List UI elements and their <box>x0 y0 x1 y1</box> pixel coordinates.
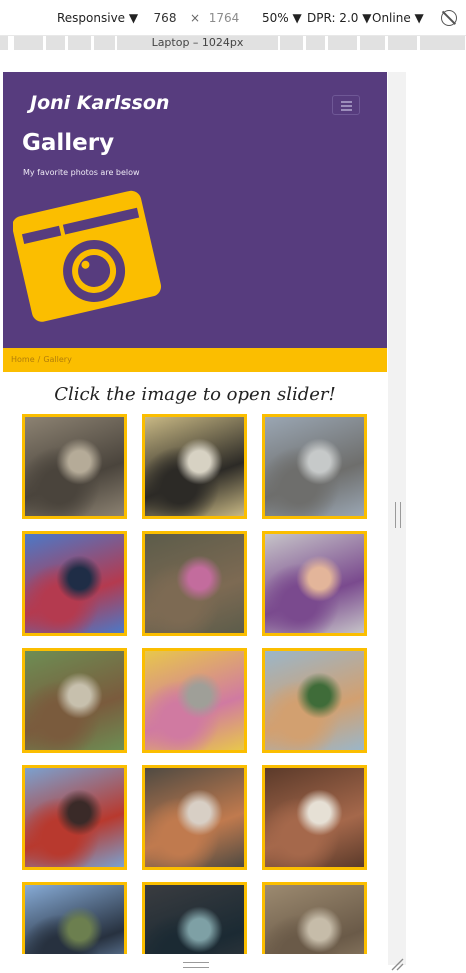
media-query-segment[interactable] <box>306 36 326 50</box>
zoom-select[interactable]: 50% ▼ <box>262 11 302 25</box>
media-query-segment[interactable] <box>280 36 304 50</box>
hamburger-line <box>341 101 352 103</box>
photo-woman-drinking-coffee <box>265 768 364 867</box>
height-input[interactable] <box>202 9 246 27</box>
gallery-thumbnail[interactable] <box>22 531 127 636</box>
page-subtitle: My favorite photos are below <box>23 168 140 177</box>
dpr-select[interactable]: DPR: 2.0 ▼ <box>307 11 371 25</box>
hero-header: Joni Karlsson Gallery My favorite photos… <box>3 72 387 348</box>
photo-kids-in-forest <box>145 534 244 633</box>
media-query-segment[interactable] <box>0 36 9 50</box>
media-query-segment[interactable] <box>14 36 44 50</box>
gallery-thumbnail[interactable] <box>142 882 247 954</box>
network-label: Online <box>372 11 411 25</box>
photo-woman-with-banknote <box>145 768 244 867</box>
media-query-segment[interactable] <box>46 36 66 50</box>
media-query-segment[interactable] <box>328 36 358 50</box>
corner-resize-icon[interactable] <box>390 957 404 971</box>
breadcrumb-home-link[interactable]: Home <box>11 355 35 364</box>
devtools-toolbar: Responsive ▼ × 50% ▼ DPR: 2.0 ▼ Online ▼ <box>0 0 466 36</box>
media-query-segment[interactable] <box>94 36 116 50</box>
breadcrumb-current: Gallery <box>43 355 72 364</box>
breadcrumb: Home / Gallery <box>3 348 387 372</box>
photo-man-sitting-on-rocks <box>25 417 124 516</box>
device-select[interactable]: Responsive ▼ <box>57 11 138 25</box>
media-query-segment[interactable] <box>68 36 92 50</box>
device-label: Responsive <box>57 11 126 25</box>
resize-handle-right[interactable] <box>395 502 401 528</box>
dimension-separator: × <box>190 11 201 25</box>
page-viewport: Joni Karlsson Gallery My favorite photos… <box>3 72 387 954</box>
photo-man-in-boat-lake <box>25 885 124 954</box>
media-query-segment[interactable] <box>360 36 386 50</box>
resize-handle-bottom[interactable] <box>183 962 209 968</box>
hamburger-line <box>341 109 352 111</box>
photo-family-in-boat <box>25 534 124 633</box>
photo-kids-on-path <box>265 417 364 516</box>
hamburger-line <box>341 105 352 107</box>
gallery-thumbnail[interactable] <box>142 765 247 870</box>
gallery-thumbnail[interactable] <box>22 882 127 954</box>
gallery-thumbnail[interactable] <box>142 414 247 519</box>
photo-man-in-cap-eating <box>145 417 244 516</box>
breadcrumb-separator: / <box>37 355 41 364</box>
gallery-thumbnail[interactable] <box>142 531 247 636</box>
site-name-link[interactable]: Joni Karlsson <box>30 92 169 114</box>
gallery-thumbnail[interactable] <box>262 765 367 870</box>
gallery-intro-text: Click the image to open slider! <box>54 384 336 405</box>
photo-child-on-swing <box>25 651 124 750</box>
gallery-thumbnail[interactable] <box>262 531 367 636</box>
page-title: Gallery <box>22 130 115 156</box>
gallery-thumbnail[interactable] <box>262 414 367 519</box>
media-query-segment[interactable] <box>420 36 466 50</box>
gallery-thumbnail[interactable] <box>142 648 247 753</box>
media-query-bar: Laptop – 1024px <box>0 36 466 50</box>
camera-icon <box>13 190 162 322</box>
photo-wooden-deck <box>265 885 364 954</box>
photo-woman-in-boat <box>25 768 124 867</box>
zoom-label: 50% <box>262 11 289 25</box>
network-select[interactable]: Online ▼ <box>372 11 424 25</box>
ruler-label-laptop[interactable]: Laptop – 1024px <box>117 36 278 50</box>
media-query-segment[interactable] <box>388 36 418 50</box>
rotate-icon[interactable] <box>441 10 457 26</box>
photo-laptop-screen <box>145 885 244 954</box>
gallery-thumbnail[interactable] <box>262 648 367 753</box>
photo-kids-in-hallway <box>145 651 244 750</box>
gallery-thumbnail[interactable] <box>22 765 127 870</box>
gallery-thumbnail[interactable] <box>22 648 127 753</box>
photo-baby-on-blanket <box>265 534 364 633</box>
hamburger-menu-button[interactable] <box>332 95 360 115</box>
width-input[interactable] <box>143 9 187 27</box>
photo-selfie-couple <box>265 651 364 750</box>
gallery-thumbnail[interactable] <box>22 414 127 519</box>
dpr-label: DPR: 2.0 <box>307 11 359 25</box>
gallery-thumbnail[interactable] <box>262 882 367 954</box>
